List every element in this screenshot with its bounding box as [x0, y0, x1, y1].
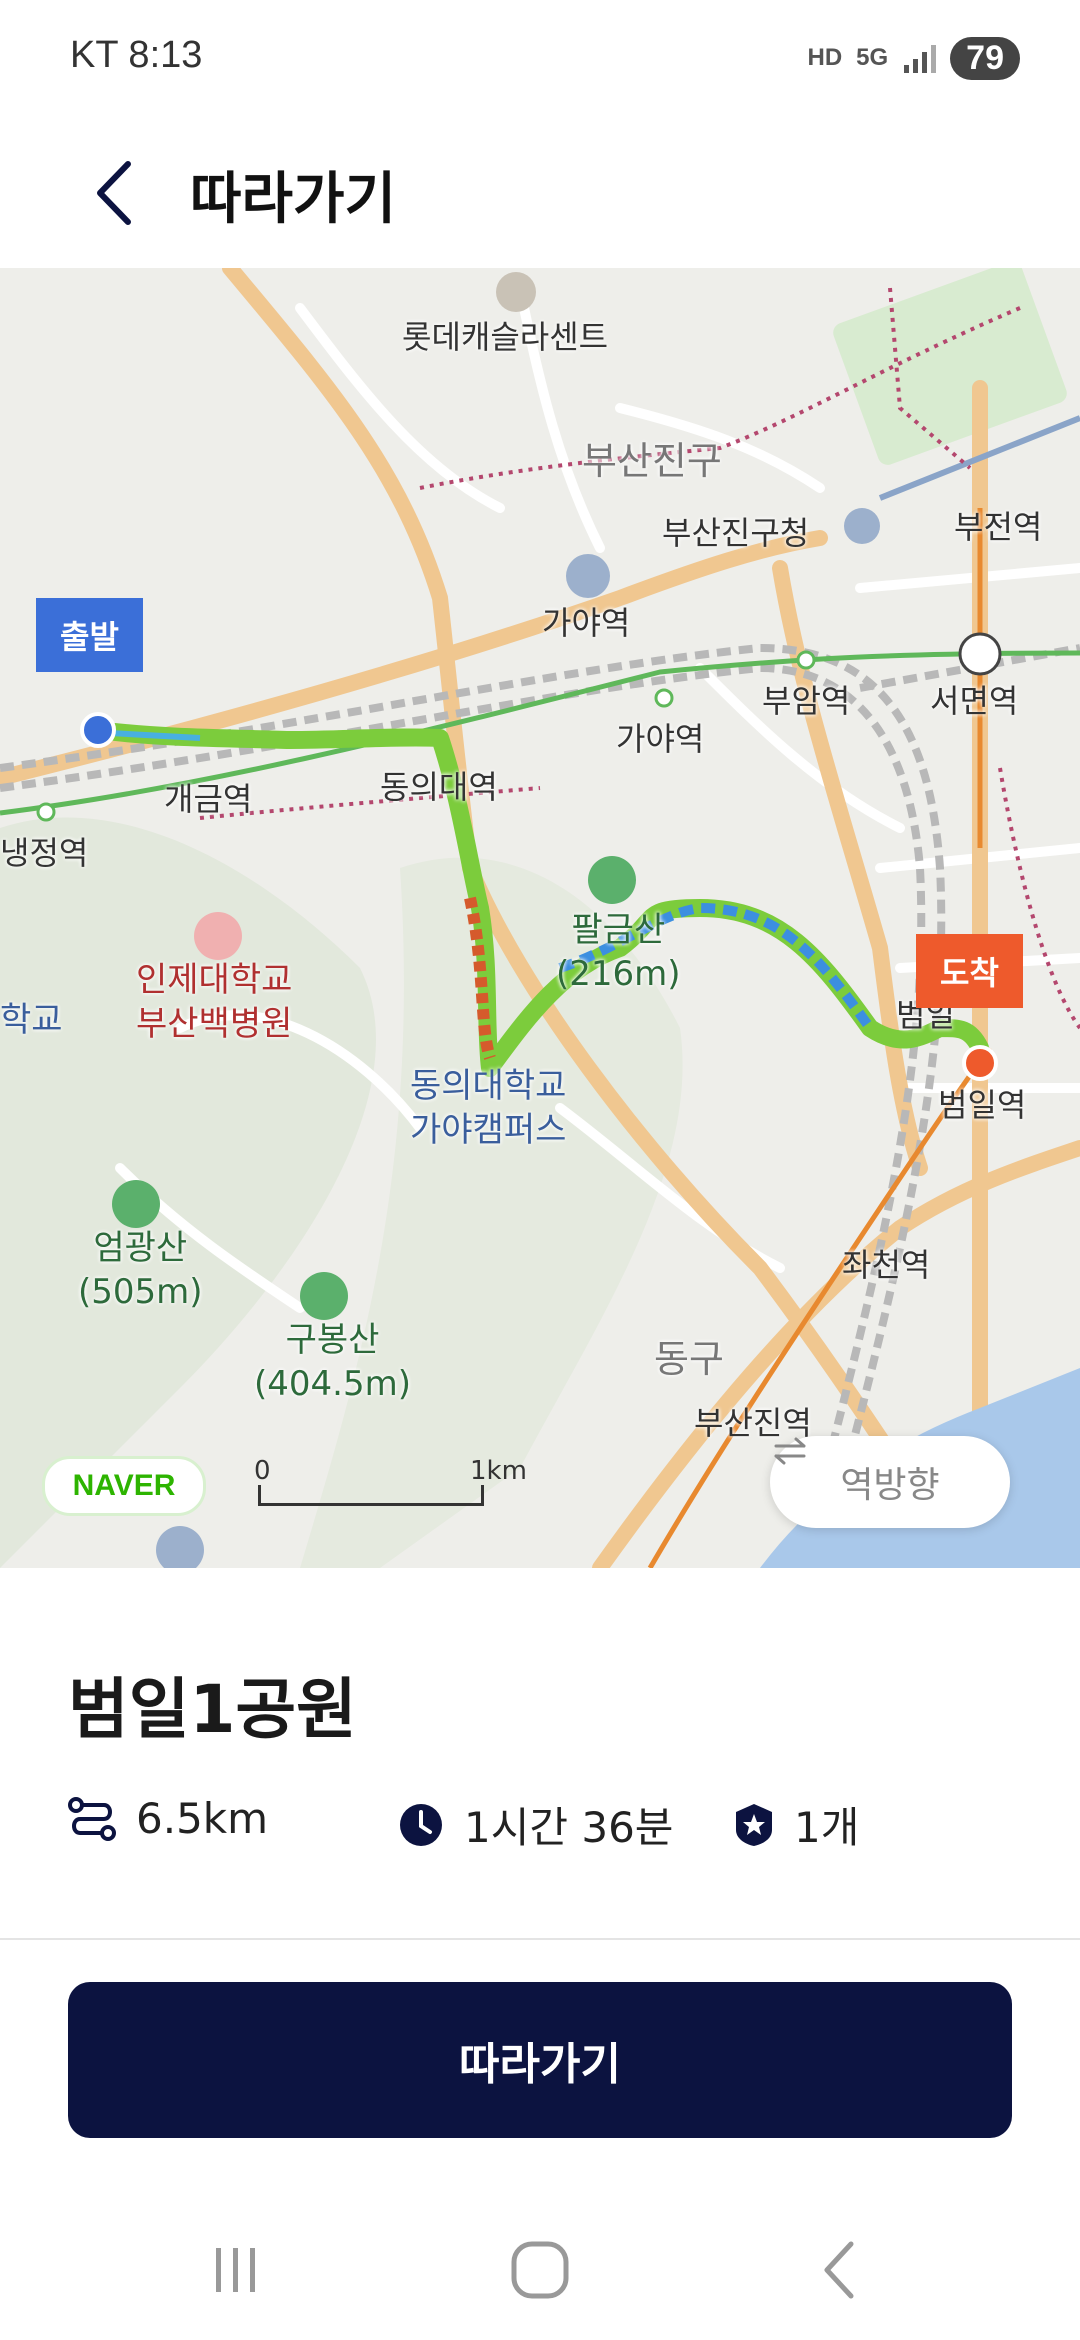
poi-subway-dot — [36, 802, 56, 822]
poi-gaya-marker — [566, 554, 610, 598]
distance-stat: 6.5km — [68, 1794, 268, 1843]
scale-start-label: 0 — [254, 1456, 271, 1486]
divider — [0, 1938, 1080, 1940]
poi-eomgwangsan-marker — [112, 1180, 160, 1228]
swap-arrows-icon — [774, 1437, 806, 1465]
course-stats: 6.5km 1시간 36분 1개 — [68, 1794, 1068, 1864]
status-icons: HD 5G 79 — [807, 34, 1020, 82]
chevron-left-icon — [97, 161, 131, 225]
distance-value: 6.5km — [136, 1794, 269, 1843]
recent-apps-icon — [216, 2248, 255, 2292]
map-label: 부전역 — [954, 508, 1043, 546]
home-button[interactable] — [500, 2230, 580, 2310]
map-canvas — [0, 268, 1080, 1568]
stamp-stat: 1개 — [734, 1794, 859, 1855]
poi-palgeumsan-marker — [588, 856, 636, 904]
poi-subway-dot — [796, 650, 816, 670]
map-scale: 0 1km — [254, 1456, 527, 1506]
start-flag: 출발 — [36, 598, 143, 672]
course-name: 범일1공원 — [68, 1671, 357, 1748]
stamp-count: 1개 — [794, 1803, 860, 1852]
map-label: 팔금산 (216m) — [556, 908, 681, 996]
map-label: 좌천역 — [842, 1246, 931, 1284]
map-label-line: 엄광산 — [93, 1228, 188, 1268]
map-label: 롯데캐슬라센트 — [402, 318, 609, 356]
signal-icon — [904, 45, 937, 73]
map-label: 학교 — [0, 1000, 63, 1040]
map-label: 동의대학교 가야캠퍼스 — [410, 1064, 566, 1152]
map-label: 동의대역 — [380, 768, 498, 806]
map-label: 개금역 — [164, 780, 253, 818]
recent-apps-button[interactable] — [196, 2230, 276, 2310]
map-label: 범일역 — [938, 1086, 1027, 1124]
scale-end-label: 1km — [470, 1456, 527, 1486]
carrier-time: KT 8:13 — [70, 34, 203, 76]
map-label: 가야역 — [616, 720, 705, 758]
map-label-line: 가야캠퍼스 — [410, 1110, 567, 1150]
reverse-direction-label: 역방향 — [840, 1465, 940, 1506]
map-label: 서면역 — [930, 682, 1019, 720]
map-label: 부산진구 — [582, 439, 722, 483]
back-arrow-icon — [824, 2241, 854, 2299]
map-label: 냉정역 — [0, 834, 89, 872]
map-label-line: (404.5m) — [254, 1364, 411, 1404]
map-label: 가야역 — [542, 604, 631, 642]
map-label: 동구 — [654, 1337, 724, 1381]
map-label-line: 부산백병원 — [136, 1004, 293, 1044]
reverse-direction-button[interactable]: 역방향 — [770, 1436, 1010, 1528]
route-map[interactable]: 롯데캐슬라센트 부산진구 부산진구청 부전역 가야역 부암역 서면역 가야역 개… — [0, 268, 1080, 1568]
map-label: 부산진구청 — [662, 514, 810, 552]
poi-hospital-marker — [194, 912, 242, 960]
poi-seomyeon-marker — [958, 632, 1002, 676]
end-flag: 도착 — [916, 934, 1023, 1008]
map-label: 인제대학교 부산백병원 — [136, 958, 292, 1046]
system-nav-bar — [0, 2180, 1080, 2340]
map-label-line: 동의대학교 — [410, 1066, 567, 1106]
map-label-line: 팔금산 — [571, 910, 666, 950]
clock-icon — [400, 1803, 442, 1846]
route-icon — [68, 1796, 116, 1841]
page-title: 따라가기 — [190, 167, 397, 232]
back-button[interactable] — [70, 148, 160, 238]
battery-indicator: 79 — [950, 36, 1020, 80]
map-label-line: 구봉산 — [285, 1320, 380, 1360]
poi-subway-dot — [654, 688, 674, 708]
hd-icon: HD — [807, 44, 843, 71]
poi-gubongsan-marker — [300, 1272, 348, 1320]
duration-stat: 1시간 36분 — [398, 1794, 673, 1855]
map-label-line: (216m) — [556, 954, 681, 994]
poi-office-marker — [844, 508, 880, 544]
home-icon — [511, 2241, 569, 2299]
status-bar: KT 8:13 HD 5G 79 — [0, 0, 1080, 118]
5g-icon: 5G — [856, 44, 889, 71]
naver-logo: NAVER — [42, 1456, 206, 1516]
app-header: 따라가기 — [0, 118, 1080, 268]
map-label: 구봉산 (404.5m) — [254, 1318, 411, 1406]
scale-bar — [258, 1485, 484, 1506]
follow-button[interactable]: 따라가기 — [68, 1982, 1012, 2138]
map-label: 엄광산 (505m) — [78, 1226, 203, 1314]
poi-lotte-marker — [496, 272, 536, 312]
poi-school-marker — [156, 1526, 204, 1568]
map-label: 부암역 — [762, 682, 851, 720]
system-back-button[interactable] — [800, 2230, 880, 2310]
map-label-line: 인제대학교 — [136, 960, 293, 1000]
stamp-badge-icon — [736, 1803, 772, 1846]
map-label-line: (505m) — [78, 1272, 203, 1312]
duration-value: 1시간 36분 — [464, 1803, 674, 1852]
